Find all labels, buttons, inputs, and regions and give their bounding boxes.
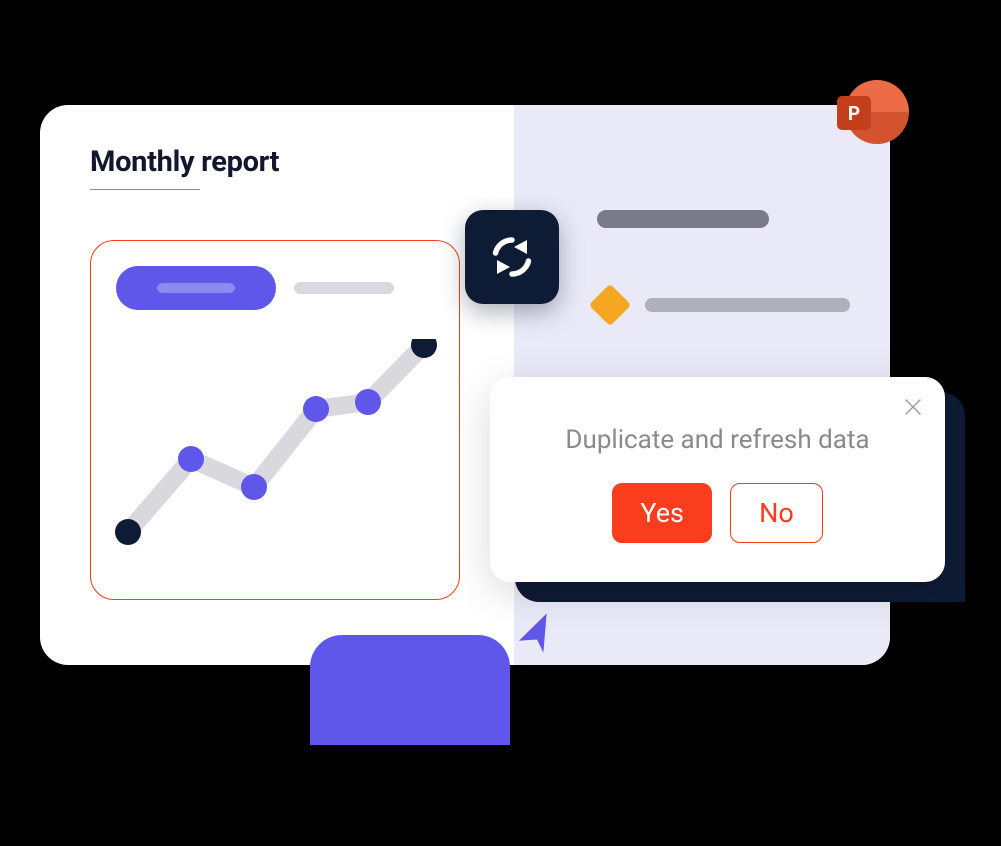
yes-button[interactable]: Yes [612, 483, 712, 543]
refresh-icon [487, 232, 537, 282]
chart-tabs [116, 266, 434, 310]
refresh-button[interactable] [465, 210, 559, 304]
powerpoint-icon: P [845, 80, 909, 144]
no-button[interactable]: No [730, 483, 823, 543]
page-title: Monthly report [90, 145, 514, 179]
dialog-title: Duplicate and refresh data [520, 425, 915, 455]
chart-tab-active[interactable] [116, 266, 276, 310]
close-icon [904, 398, 922, 416]
bottom-decoration [310, 635, 510, 745]
slide-bullet-text-placeholder [645, 298, 850, 312]
chart-tab-label-placeholder [157, 283, 235, 293]
left-panel: Monthly report [40, 105, 514, 665]
slide-bullet-row [595, 290, 850, 320]
chart-wrapper [90, 240, 514, 600]
line-chart [106, 339, 446, 569]
slide-title-placeholder [597, 210, 769, 228]
diamond-bullet-icon [589, 284, 631, 326]
cursor-icon [510, 610, 558, 658]
chart-card[interactable] [90, 240, 460, 600]
dialog-button-row: Yes No [520, 483, 915, 543]
close-button[interactable] [901, 395, 925, 419]
powerpoint-letter: P [837, 96, 871, 130]
confirm-dialog: Duplicate and refresh data Yes No [490, 377, 945, 582]
title-underline [90, 189, 200, 190]
chart-tab-inactive[interactable] [294, 282, 394, 294]
